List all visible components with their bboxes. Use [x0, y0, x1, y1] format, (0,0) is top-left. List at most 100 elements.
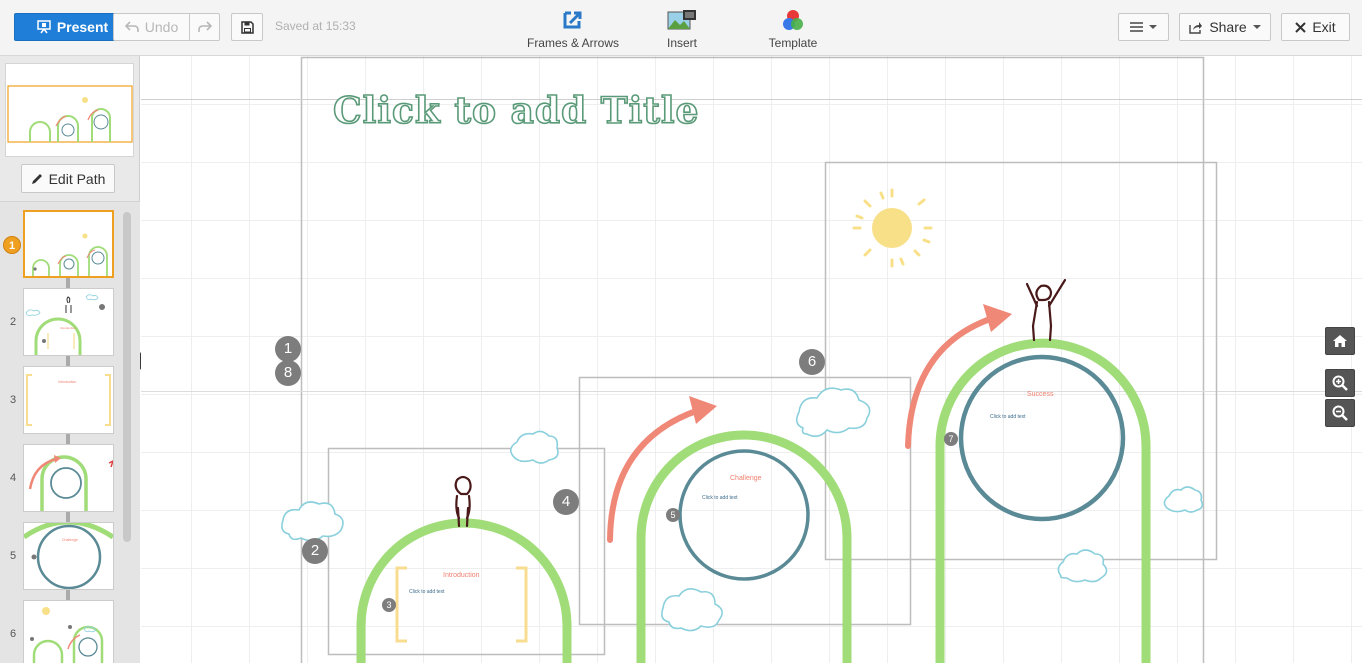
chevron-down-icon — [1252, 25, 1261, 29]
zoom-home-button[interactable] — [1325, 327, 1355, 355]
top-toolbar: Present Undo Saved at 15:33 Frames & Arr… — [0, 0, 1362, 56]
slide-thumbnail-5[interactable]: 5 Challenge — [0, 522, 120, 590]
undo-button[interactable]: Undo — [113, 13, 190, 41]
template-label: Template — [768, 36, 818, 50]
floppy-disk-icon — [240, 20, 254, 34]
slide-number: 3 — [9, 394, 17, 406]
cloud-icon — [661, 588, 723, 632]
sun-icon — [852, 188, 933, 268]
path-marker-5[interactable]: 5 — [666, 508, 680, 522]
slide-thumbnail-4[interactable]: 4 — [0, 444, 120, 512]
slide-preview — [23, 444, 114, 512]
path-connector — [66, 512, 70, 522]
save-button[interactable] — [231, 13, 263, 41]
pencil-icon — [31, 173, 42, 184]
challenge-ring — [678, 449, 810, 581]
saved-status: Saved at 15:33 — [275, 19, 356, 33]
zoom-in-button[interactable] — [1325, 369, 1355, 397]
zoom-in-icon — [1332, 375, 1348, 391]
zoom-out-icon — [1332, 405, 1348, 421]
success-heading[interactable]: Success — [1027, 391, 1053, 398]
redo-button[interactable] — [189, 13, 220, 41]
insert-tool[interactable]: Insert — [647, 9, 717, 50]
cloud-icon — [281, 501, 344, 542]
zoom-out-button[interactable] — [1325, 399, 1355, 427]
present-label: Present — [56, 19, 109, 35]
chevron-down-icon — [1149, 25, 1157, 29]
template-tool[interactable]: Template — [760, 9, 826, 50]
path-marker-4[interactable]: 4 — [553, 489, 579, 515]
home-icon — [1333, 335, 1347, 347]
cloud-icon — [1163, 486, 1204, 513]
share-icon — [1189, 21, 1203, 34]
slide-thumbnail-list[interactable]: 1 2 Introduction 3 Introduction 4 5 Chal… — [0, 201, 140, 663]
overview-thumbnail[interactable] — [5, 63, 134, 157]
path-connector — [66, 278, 70, 288]
slide-number: 2 — [9, 316, 17, 328]
exit-button[interactable]: Exit — [1281, 13, 1350, 41]
slide-thumbnail-6[interactable]: 6 — [0, 600, 120, 663]
cloud-icon — [509, 430, 559, 464]
share-button[interactable]: Share — [1179, 13, 1271, 41]
insert-image-icon — [667, 10, 696, 30]
slide-number-badge: 1 — [3, 236, 21, 254]
slide-thumbnail-2[interactable]: 2 Introduction — [0, 288, 120, 356]
slide-preview — [23, 210, 114, 278]
share-label: Share — [1209, 19, 1247, 35]
path-connector — [66, 590, 70, 600]
challenge-body-placeholder[interactable]: Click to add text — [702, 495, 738, 501]
slide-number: 4 — [9, 472, 17, 484]
undo-label: Undo — [144, 19, 179, 35]
exit-label: Exit — [1312, 19, 1336, 35]
path-marker-7[interactable]: 7 — [944, 432, 958, 446]
slide-thumbnail-3[interactable]: 3 Introduction — [0, 366, 120, 434]
menu-icon — [1130, 22, 1143, 32]
bracket-right — [516, 566, 528, 643]
success-body-placeholder[interactable]: Click to add text — [990, 414, 1026, 420]
path-marker-8[interactable]: 8 — [275, 360, 301, 386]
svg-text:Introduction: Introduction — [58, 380, 76, 384]
growth-arrow — [607, 407, 702, 543]
success-ring — [958, 354, 1126, 522]
bracket-left — [395, 566, 407, 643]
frames-arrows-label: Frames & Arrows — [526, 36, 619, 50]
slide-preview — [23, 600, 114, 663]
frames-arrows-tool[interactable]: Frames & Arrows — [523, 9, 623, 50]
close-icon — [1295, 21, 1307, 33]
svg-text:Challenge: Challenge — [62, 538, 78, 542]
challenge-heading[interactable]: Challenge — [730, 475, 762, 482]
path-marker-2[interactable]: 2 — [302, 538, 328, 564]
path-connector — [66, 356, 70, 366]
intro-heading[interactable]: Introduction — [443, 572, 480, 579]
sidebar-scrollbar[interactable] — [123, 212, 131, 542]
path-connector — [66, 434, 70, 444]
slide-title-placeholder[interactable]: Click to add Title — [332, 89, 699, 133]
frames-arrows-icon — [563, 11, 582, 29]
path-marker-1[interactable]: 1 — [275, 336, 301, 362]
slide-thumbnail-1[interactable]: 1 — [0, 210, 120, 278]
present-icon — [37, 20, 51, 34]
hamburger-menu-button[interactable] — [1118, 13, 1169, 41]
growth-arrow — [905, 315, 996, 449]
svg-text:Introduction: Introduction — [60, 326, 76, 330]
intro-hill — [356, 518, 572, 663]
path-marker-6[interactable]: 6 — [799, 349, 825, 375]
cloud-icon — [1057, 549, 1108, 583]
template-circles-icon — [783, 10, 803, 30]
path-marker-3[interactable]: 3 — [382, 598, 396, 612]
person-celebrating-icon — [1025, 278, 1067, 342]
undo-icon — [124, 21, 139, 32]
slides-sidebar: Edit Path 1 2 Introduction 3 Introductio… — [0, 56, 140, 663]
cloud-icon — [795, 387, 871, 438]
slide-number: 6 — [9, 628, 17, 640]
slide-preview: Challenge — [23, 522, 114, 590]
edit-path-button[interactable]: Edit Path — [21, 164, 115, 193]
slide-number: 5 — [9, 550, 17, 562]
slide-preview: Introduction — [23, 366, 114, 434]
intro-body-placeholder[interactable]: Click to add text — [409, 589, 445, 595]
edit-path-label: Edit Path — [48, 170, 106, 187]
canvas-artwork — [141, 56, 1362, 663]
editing-canvas[interactable]: Click to add Title 1 8 2 4 6 3 5 7 Intro… — [141, 56, 1362, 663]
challenge-hill — [636, 430, 852, 663]
insert-label: Insert — [666, 36, 697, 50]
